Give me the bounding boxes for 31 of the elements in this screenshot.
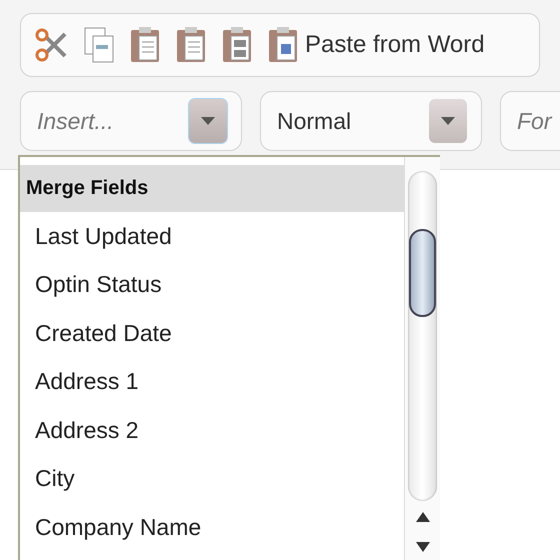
dropdown-button[interactable] — [429, 99, 467, 143]
menu-item[interactable]: Address 2 — [20, 406, 404, 454]
paste-html-button[interactable] — [221, 26, 253, 64]
word-clipboard-icon — [267, 26, 299, 64]
clipboard-icon — [129, 26, 161, 64]
menu-item[interactable]: City — [20, 454, 404, 503]
html-clipboard-icon — [221, 26, 253, 64]
dropdown-button[interactable] — [189, 99, 227, 143]
scrollbar[interactable] — [404, 157, 440, 560]
down-arrow-icon[interactable] — [416, 542, 430, 552]
clipboard-icon — [175, 26, 207, 64]
scroll-thumb[interactable] — [409, 229, 436, 317]
paste-button[interactable] — [129, 26, 161, 64]
paste-from-word-button[interactable]: Paste from Word — [267, 26, 485, 64]
combo-field[interactable]: For — [500, 91, 560, 151]
menu-item[interactable]: Created Date — [20, 309, 404, 358]
style-combo[interactable]: Normal — [260, 91, 482, 151]
caret-icon — [201, 117, 215, 125]
scissors-icon — [35, 28, 69, 62]
up-arrow-icon[interactable] — [416, 512, 430, 522]
copy-icon — [83, 26, 115, 64]
paste-text-button[interactable] — [175, 26, 207, 64]
copy-button[interactable] — [83, 26, 115, 64]
group-header: Merge Fields — [20, 165, 404, 212]
menu-item[interactable]: Address 1 — [20, 358, 404, 406]
menu-item[interactable]: Company Name — [20, 503, 404, 552]
cut-button[interactable] — [35, 28, 69, 62]
menu-item[interactable]: Last Updated — [20, 212, 404, 260]
caret-icon — [441, 117, 455, 125]
menu-item[interactable]: Optin Status — [20, 260, 404, 309]
combo-field[interactable]: Insert... — [20, 91, 242, 151]
